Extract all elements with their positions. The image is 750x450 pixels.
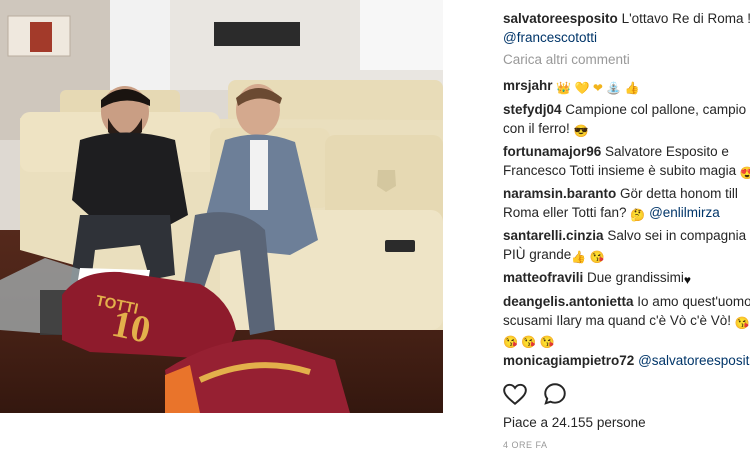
comment-text-line2: PIÙ grande (503, 247, 572, 262)
comment-username[interactable]: stefydj04 (503, 102, 562, 117)
comment-mention[interactable]: @enlilmirza (649, 205, 720, 220)
author-username[interactable]: salvatoreesposito (503, 11, 618, 26)
comment-text: Campione col pallone, campio (565, 102, 747, 117)
heart-icon[interactable] (502, 381, 528, 407)
comment-emoji-row: 😘 😘 😘 (503, 335, 555, 349)
post-caption: salvatoreesposito L'ottavo Re di Roma !!… (503, 9, 750, 47)
comments-panel: salvatoreesposito L'ottavo Re di Roma !!… (500, 0, 750, 450)
load-more-comments[interactable]: Carica altri commenti (503, 52, 630, 67)
comment-item: matteofravili Due grandissimi♥ (503, 268, 750, 287)
post-photo: TOTTI 10 (0, 0, 443, 413)
comment-text: Salvatore Esposito e (605, 144, 729, 159)
comment-text-line2: con il ferro! (503, 121, 570, 136)
comment-username[interactable]: fortunamajor96 (503, 144, 601, 159)
comment-item: monicagiampietro72 @salvatoreesposit (503, 351, 750, 370)
comment-emoji: 😍 (739, 166, 750, 180)
comment-text: Io amo quest'uomo (637, 294, 750, 309)
comment-emoji: 👑 💛 ❤ ⛲ 👍 (556, 81, 640, 95)
comment-username[interactable]: santarelli.cinzia (503, 228, 604, 243)
comment-bubble-icon[interactable] (542, 381, 568, 407)
comment-text-line2: scusami Ilary ma quand c'è Vò c'è Vò! (503, 313, 732, 328)
comment-text: Salvo sei in compagnia c (607, 228, 750, 243)
comment-username[interactable]: deangelis.antonietta (503, 294, 634, 309)
comment-item: mrsjahr 👑 💛 ❤ ⛲ 👍 (503, 76, 750, 95)
comment-item: santarelli.cinzia Salvo sei in compagnia… (503, 226, 750, 264)
comment-username[interactable]: naramsin.baranto (503, 186, 616, 201)
comment-emoji: 😎 (573, 124, 589, 138)
comment-emoji: 🤔 (630, 208, 646, 222)
post-timestamp: 4 ORE FA (503, 440, 548, 450)
comment-item: deangelis.antonietta Io amo quest'uomo s… (503, 292, 750, 349)
comment-text-line2: Roma eller Totti fan? (503, 205, 627, 220)
comment-emoji: 😘 (734, 316, 750, 330)
likes-count[interactable]: Piace a 24.155 persone (503, 415, 646, 430)
comment-item: fortunamajor96 Salvatore Esposito e Fran… (503, 142, 750, 180)
comment-username[interactable]: mrsjahr (503, 78, 553, 93)
caption-text: L'ottavo Re di Roma !! (621, 11, 750, 26)
caption-mention[interactable]: @francescototti (503, 30, 597, 45)
comment-text-line2: Francesco Totti insieme è subito magia (503, 163, 737, 178)
comment-emoji: ♥ (683, 273, 691, 287)
comment-username[interactable]: matteofravili (503, 270, 583, 285)
comment-username[interactable]: monicagiampietro72 (503, 353, 634, 368)
comment-mention[interactable]: @salvatoreesposit (638, 353, 749, 368)
comment-text: Due grandissimi (587, 270, 684, 285)
comment-text: Gör detta honom till (620, 186, 738, 201)
comment-emoji: 👍 😘 (571, 250, 605, 264)
comment-item: naramsin.baranto Gör detta honom till Ro… (503, 184, 750, 222)
comment-item: stefydj04 Campione col pallone, campio c… (503, 100, 750, 138)
